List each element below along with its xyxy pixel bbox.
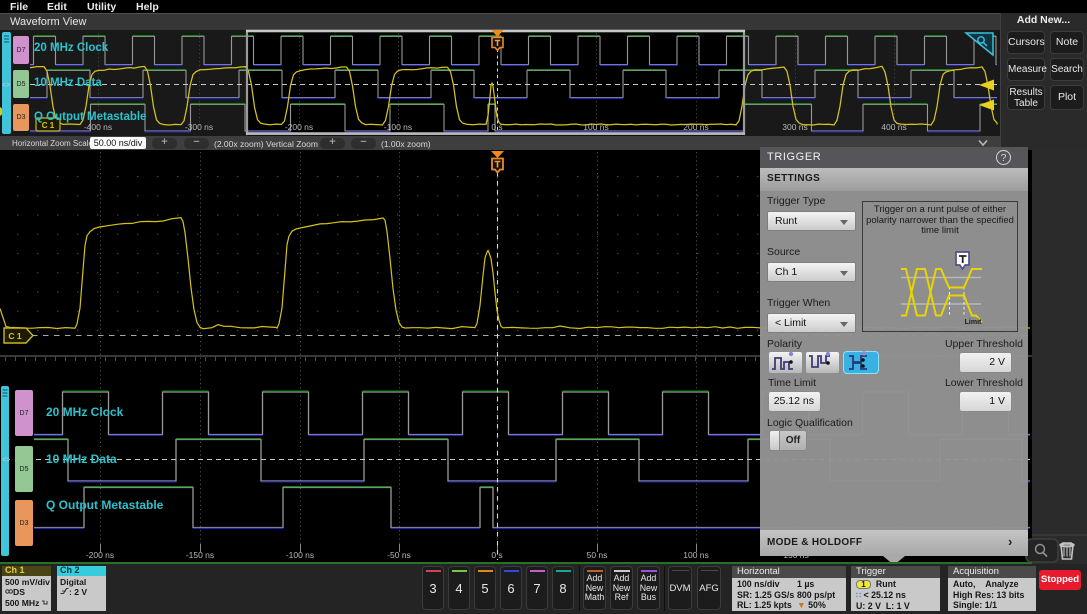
svg-text:<>: <> — [2, 82, 10, 89]
svg-text:-300 ns: -300 ns — [185, 122, 213, 132]
svg-text:C 1: C 1 — [8, 331, 22, 341]
svg-text:-50 ns: -50 ns — [387, 550, 411, 560]
svg-text:-400 ns: -400 ns — [84, 122, 112, 132]
svg-text:-150 ns: -150 ns — [186, 550, 214, 560]
svg-text:300 ns: 300 ns — [782, 122, 808, 132]
svg-text:100 ns: 100 ns — [683, 550, 709, 560]
svg-text:-200 ns: -200 ns — [285, 122, 313, 132]
svg-text:<>: <> — [2, 457, 10, 464]
svg-text:-200 ns: -200 ns — [86, 550, 114, 560]
svg-text:100 ns: 100 ns — [583, 122, 609, 132]
svg-text:-100 ns: -100 ns — [286, 550, 314, 560]
svg-text:400 ns: 400 ns — [881, 122, 907, 132]
svg-text:200 ns: 200 ns — [683, 122, 709, 132]
svg-text:50 ns: 50 ns — [587, 550, 608, 560]
svg-text:Limit: Limit — [965, 319, 982, 326]
svg-text:-100 ns: -100 ns — [384, 122, 412, 132]
